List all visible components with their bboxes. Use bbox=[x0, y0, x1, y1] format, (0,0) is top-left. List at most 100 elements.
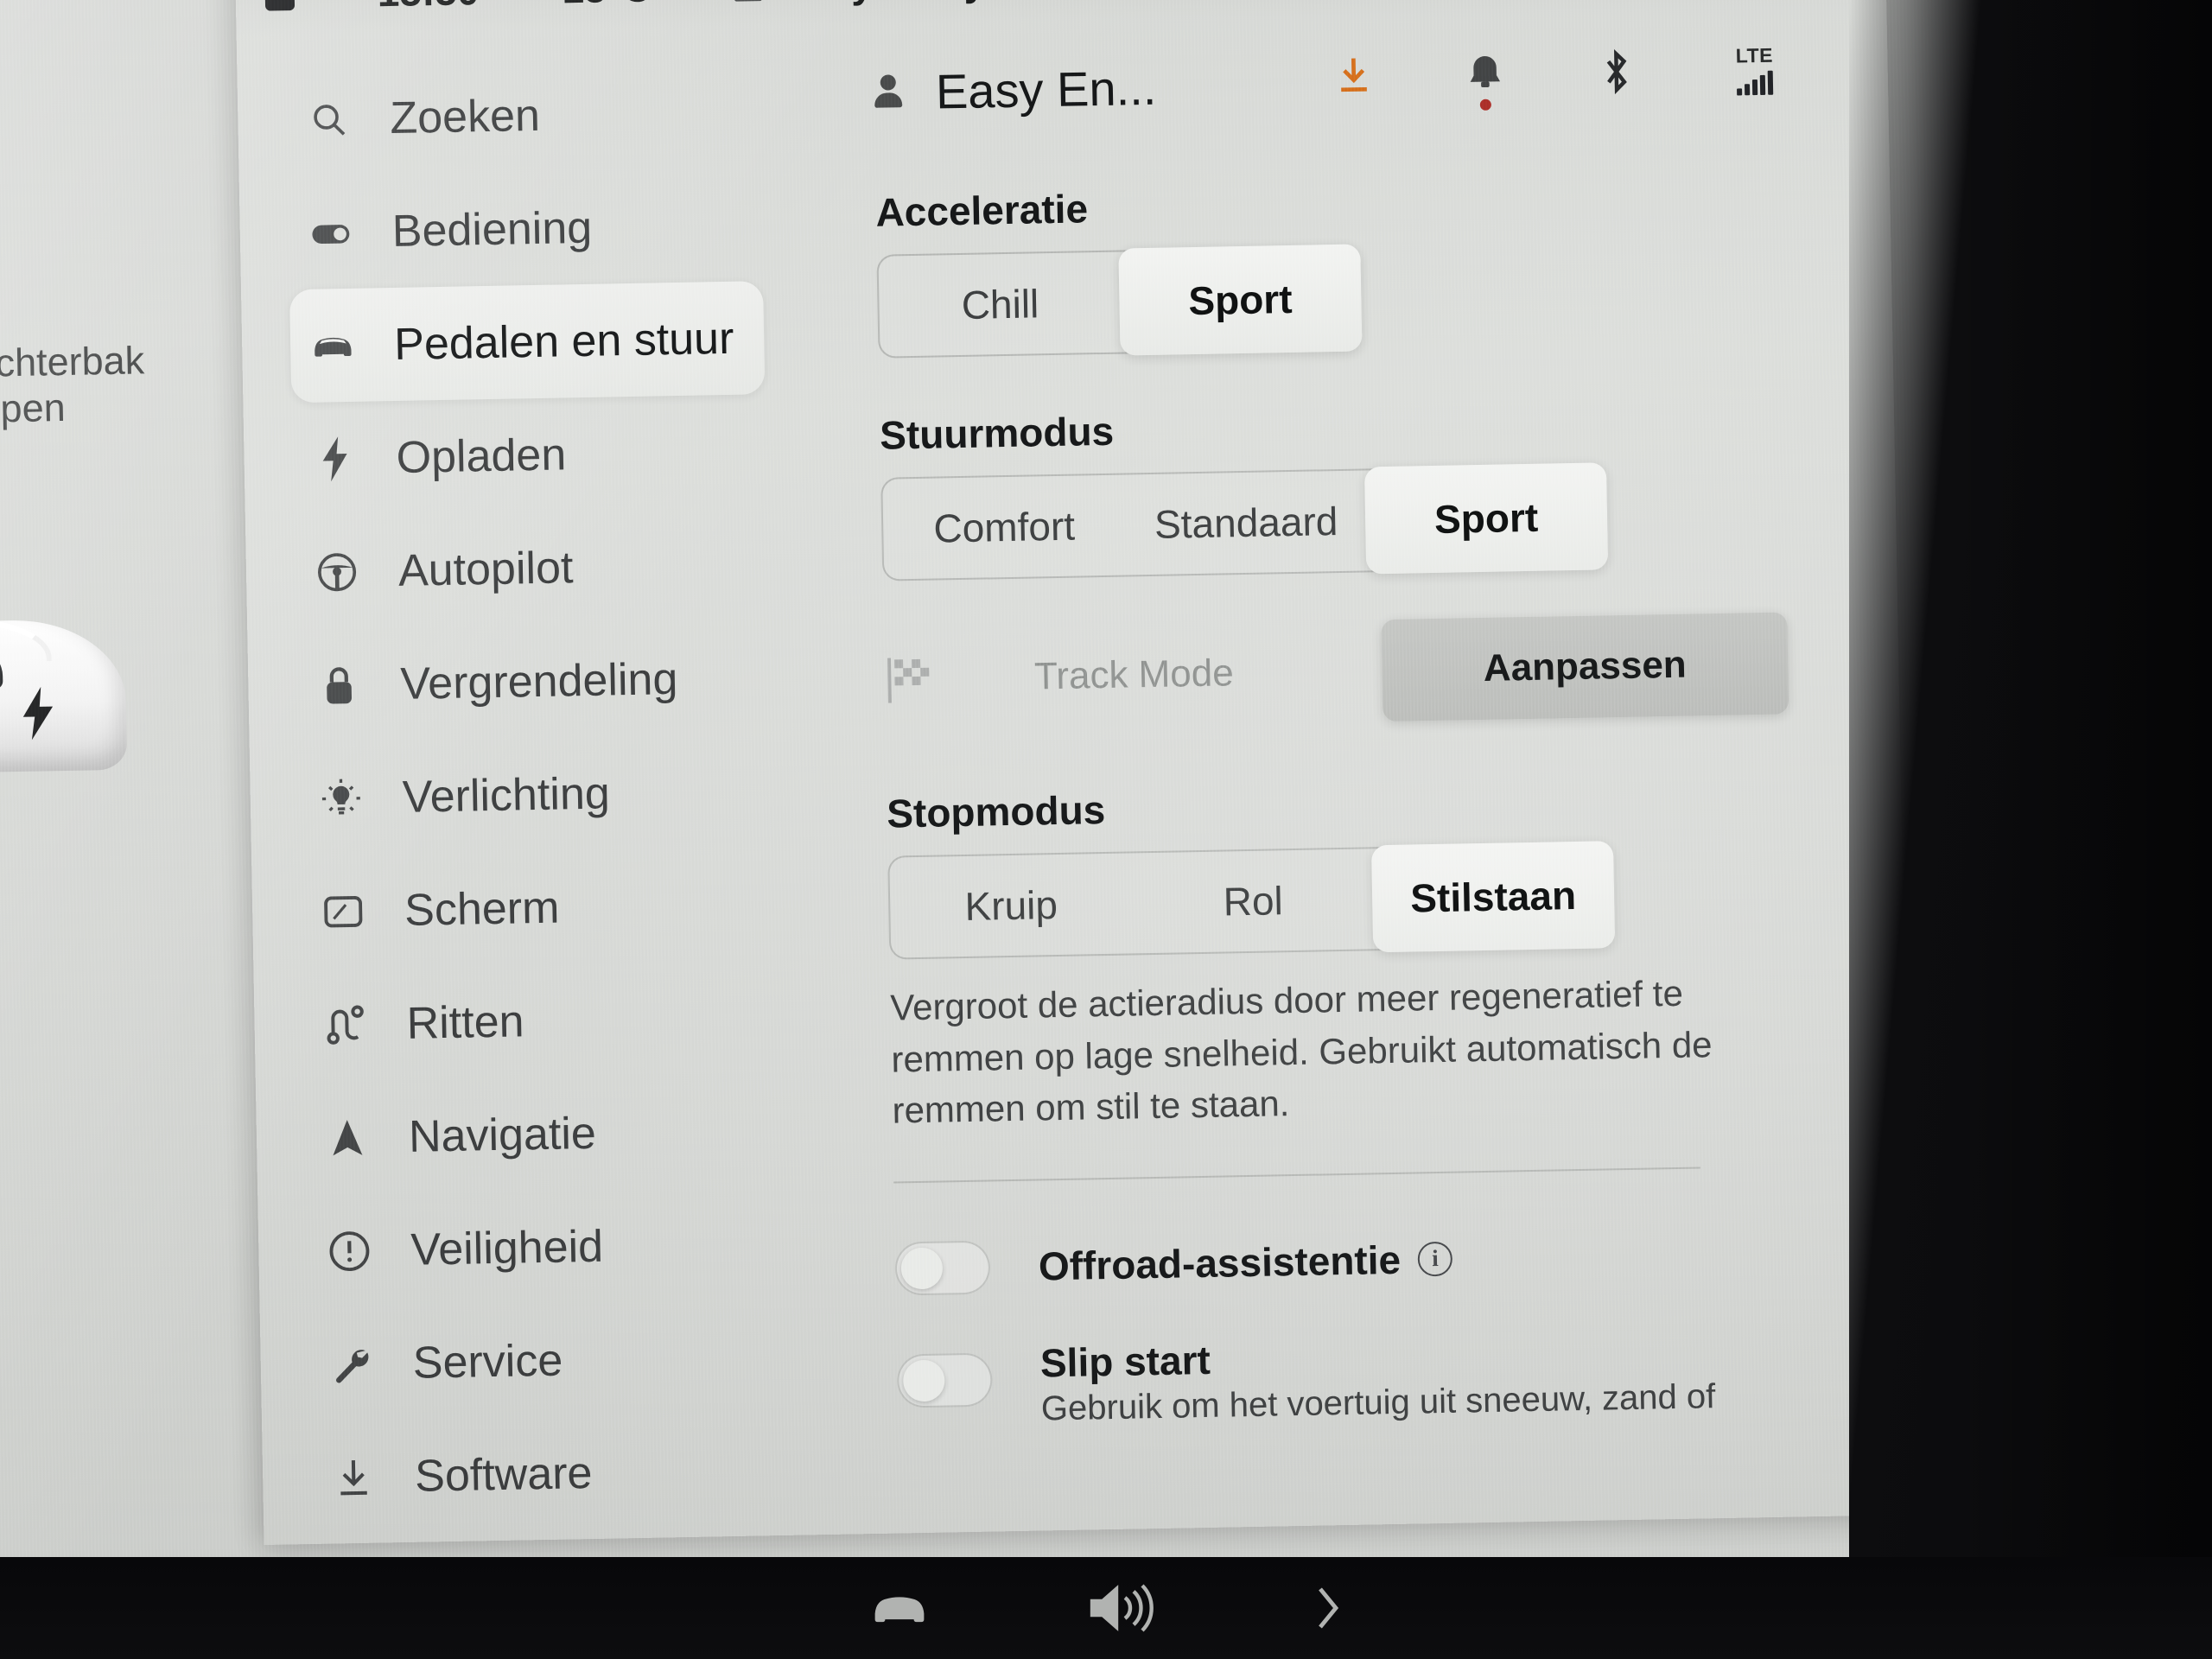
stuurmodus-segmented-control: Comfort Standaard Sport bbox=[880, 462, 1609, 582]
clock: 15:50 bbox=[377, 0, 480, 16]
driver-profile-button[interactable]: Easy Entry bbox=[734, 0, 987, 10]
lte-label: LTE bbox=[1735, 43, 1774, 67]
light-icon bbox=[317, 774, 365, 822]
lock-icon bbox=[315, 661, 363, 709]
toggle-icon bbox=[307, 208, 354, 256]
slip-start-description: Gebruik om het voertuig uit sneeuw, zand… bbox=[1040, 1377, 1716, 1428]
section-acceleratie: Acceleratie Chill Sport bbox=[844, 172, 1789, 359]
sidebar-item-label: Ritten bbox=[406, 995, 524, 1049]
stopmodus-option-rol[interactable]: Rol bbox=[1131, 849, 1375, 953]
software-update-icon[interactable] bbox=[1329, 50, 1378, 103]
settings-sidebar: Zoeken Bediening Pedalen en stuur Oplade… bbox=[237, 46, 868, 1543]
right-dashboard-area bbox=[1849, 0, 2212, 1659]
track-mode-label: Track Mode bbox=[1033, 652, 1235, 698]
acceleratie-option-chill[interactable]: Chill bbox=[878, 252, 1122, 357]
car-icon[interactable] bbox=[869, 1587, 930, 1629]
stuurmodus-option-sport[interactable]: Sport bbox=[1364, 462, 1609, 575]
vehicle-status-strip: km Achterbak Open bbox=[0, 0, 264, 1628]
temperature-value: 15°C bbox=[562, 0, 652, 12]
lte-signal-icon: LTE bbox=[1723, 42, 1786, 95]
section-title: Stopmodus bbox=[886, 786, 1106, 836]
stuurmodus-option-standaard[interactable]: Standaard bbox=[1124, 470, 1368, 575]
sidebar-item-software[interactable]: Software bbox=[262, 1411, 868, 1535]
aanpassen-button[interactable]: Aanpassen bbox=[1381, 612, 1789, 722]
chevron-right-icon[interactable] bbox=[1313, 1584, 1343, 1632]
sidebar-item-pedalen-en-stuur[interactable]: Pedalen en stuur bbox=[289, 281, 766, 404]
sidebar-item-scherm[interactable]: Scherm bbox=[251, 845, 858, 969]
display-icon bbox=[320, 887, 367, 935]
sidebar-item-opladen[interactable]: Opladen bbox=[243, 392, 849, 517]
bell-icon[interactable] bbox=[1460, 48, 1510, 111]
navigation-icon bbox=[324, 1114, 372, 1161]
stuurmodus-option-comfort[interactable]: Comfort bbox=[882, 475, 1126, 580]
settings-content: Easy En... LTE Acceleratie Chill Sport S… bbox=[842, 27, 1914, 1534]
section-title: Stuurmodus bbox=[879, 408, 1115, 458]
stopmodus-description: Vergroot de actieradius door meer regene… bbox=[889, 972, 1713, 1131]
toggle-label-group: Offroad-assistentie i bbox=[1038, 1236, 1453, 1290]
sidebar-item-label: Opladen bbox=[396, 429, 567, 483]
sidebar-item-label: Veiligheid bbox=[410, 1221, 604, 1275]
section-stuurmodus: Stuurmodus Comfort Standaard Sport Track… bbox=[849, 395, 1796, 730]
sidebar-item-label: Bediening bbox=[391, 202, 593, 257]
sidebar-item-service[interactable]: Service bbox=[260, 1298, 867, 1422]
toggle-row-offroad-assistentie: Offroad-assistentie i bbox=[894, 1198, 1807, 1323]
sidebar-item-autopilot[interactable]: Autopilot bbox=[245, 505, 852, 630]
stopmodus-option-kruip[interactable]: Kruip bbox=[889, 853, 1133, 957]
bluetooth-icon[interactable] bbox=[1592, 46, 1641, 99]
person-icon bbox=[734, 0, 764, 3]
bottom-control-bar bbox=[0, 1557, 2212, 1659]
toggle-knob bbox=[900, 1247, 944, 1290]
sidebar-item-label: Pedalen en stuur bbox=[393, 313, 734, 370]
driver-profile-label: Easy Entry bbox=[780, 0, 987, 9]
sidebar-item-zoeken[interactable]: Zoeken bbox=[237, 53, 843, 177]
toggle-row-slip-start: Slip start Gebruik om het voertuig uit s… bbox=[896, 1325, 1808, 1428]
center-display-screen: km Achterbak Open bbox=[0, 0, 2052, 1628]
status-bar: 15:50 15°C Easy Entry LTE Tuinder bbox=[234, 0, 1887, 35]
trunk-status-line1: Achterbak bbox=[0, 338, 145, 385]
acceleratie-segmented-control: Chill Sport bbox=[876, 244, 1363, 359]
sidebar-item-vergrendeling[interactable]: Vergrendeling bbox=[247, 619, 854, 743]
sidebar-item-ritten[interactable]: Ritten bbox=[253, 958, 860, 1083]
signal-bars-icon bbox=[1737, 70, 1774, 95]
sidebar-item-verlichting[interactable]: Verlichting bbox=[250, 732, 856, 856]
sidebar-item-navigatie[interactable]: Navigatie bbox=[256, 1071, 862, 1196]
sidebar-item-bediening[interactable]: Bediening bbox=[239, 166, 846, 290]
toggle-label: Offroad-assistentie bbox=[1038, 1236, 1402, 1289]
acceleratie-option-sport[interactable]: Sport bbox=[1118, 244, 1363, 356]
sidebar-item-veiligheid[interactable]: Veiligheid bbox=[257, 1185, 864, 1309]
section-title: Acceleratie bbox=[875, 186, 1089, 235]
sidebar-item-label: Software bbox=[414, 1447, 593, 1502]
sidebar-item-label: Navigatie bbox=[408, 1108, 597, 1162]
safety-icon bbox=[326, 1227, 373, 1274]
page-title: Easy En... bbox=[935, 60, 1157, 118]
sidebar-item-label: Service bbox=[412, 1335, 563, 1389]
tesla-touchscreen-photo: km Achterbak Open bbox=[0, 0, 2212, 1659]
sidebar-item-label: Vergrendeling bbox=[399, 653, 678, 709]
sidebar-item-label: Autopilot bbox=[397, 542, 574, 596]
sidebar-item-label: Scherm bbox=[404, 882, 560, 936]
tesla-car-render bbox=[0, 583, 155, 874]
download-icon bbox=[330, 1453, 378, 1501]
section-divider bbox=[893, 1166, 1700, 1184]
sidebar-item-label: Verlichting bbox=[402, 768, 611, 823]
volume-icon[interactable] bbox=[1085, 1582, 1158, 1634]
info-icon[interactable]: i bbox=[1417, 1241, 1453, 1277]
outside-temperature: 15°C bbox=[562, 0, 652, 12]
trunk-status-line2: Open bbox=[0, 385, 67, 432]
search-icon bbox=[305, 95, 353, 143]
charge-bolt-icon bbox=[17, 686, 58, 741]
status-bar-chip bbox=[264, 0, 296, 11]
sidebar-item-label: Zoeken bbox=[389, 90, 541, 143]
section-toggles: Offroad-assistentie i Slip start Gebruik… bbox=[863, 1198, 1808, 1428]
slip-start-toggle[interactable] bbox=[896, 1352, 993, 1408]
section-stopmodus: Stopmodus Kruip Rol Stilstaan Vergroot d… bbox=[855, 773, 1804, 1184]
trunk-open-status: Achterbak Open bbox=[0, 337, 146, 432]
content-header-icons: LTE bbox=[1329, 42, 1786, 111]
checkered-flag-icon bbox=[884, 654, 938, 705]
stopmodus-option-stilstaan[interactable]: Stilstaan bbox=[1371, 841, 1616, 953]
bolt-icon bbox=[311, 435, 359, 482]
offroad-assistentie-toggle[interactable] bbox=[894, 1240, 991, 1296]
track-mode-row: Track Mode Aanpassen bbox=[883, 612, 1796, 729]
trips-icon bbox=[321, 1001, 369, 1048]
toggle-knob bbox=[902, 1359, 945, 1402]
